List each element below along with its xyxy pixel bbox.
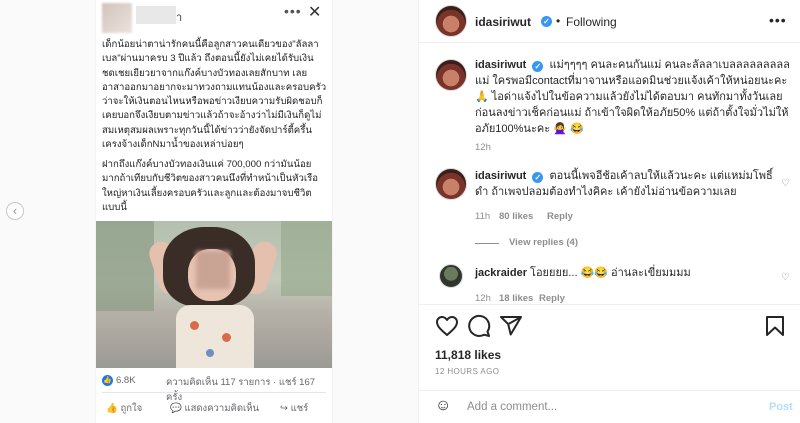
like-reaction-icon: 👍 [102,375,113,386]
screenshot-divider [102,392,326,393]
comment-time[interactable]: 12h [475,142,491,153]
add-comment-bar: ☺ Post [419,390,800,423]
view-replies-button[interactable]: View replies (4) [509,237,578,248]
screenshot-stats: 👍 6.8K ความคิดเห็น 117 รายการ · แชร์ 167… [96,372,332,403]
post-time[interactable]: 12 HOURS AGO [435,367,499,376]
comment-username[interactable]: idasiriwut [475,59,526,71]
dress-print [206,349,214,357]
blurred-name [136,6,176,24]
header-separator: • [556,14,561,28]
post-actions [419,304,800,344]
post-button[interactable]: Post [769,401,793,413]
header-username[interactable]: idasiriwut [475,15,531,29]
comment-likes[interactable]: 18 likes [499,293,533,304]
verified-icon: ✓ [532,172,544,183]
previous-arrow-icon[interactable]: ‹ [6,202,24,220]
dress-print [190,321,199,330]
screenshot-header: า ••• ✕ [96,0,332,33]
facebook-post-screenshot: า ••• ✕ เด็กน้อยน่าตาน่ารักคนนี้คือลูกสา… [96,0,332,423]
comment-time[interactable]: 12h [475,293,491,304]
photo-tree [96,221,154,311]
screenshot-close-icon: ✕ [308,4,322,21]
face-blur [196,251,230,289]
avatar[interactable] [435,59,467,91]
screenshot-more-icon: ••• [284,3,302,19]
post-panel: idasiriwut ✓ • Following ••• idasiriwut … [418,0,800,423]
comment-username[interactable]: jackraider [475,267,527,279]
comment-body: โอยยยย... 😂😂 อ่านละเขี่ยมมมม [530,267,691,279]
comment-like-icon[interactable]: ♡ [781,178,790,189]
post-header: idasiriwut ✓ • Following ••• [419,0,800,43]
dress-print [222,333,231,342]
comment-like-icon[interactable]: ♡ [781,272,790,283]
screenshot-like: 👍 ถูกใจ [106,403,143,414]
comment-icon[interactable] [467,314,491,338]
screenshot-name-suffix: า [176,12,183,24]
comment-time[interactable]: 11h [475,211,490,222]
screenshot-comment-label: แสดงความคิดเห็น [184,403,260,414]
comment-likes[interactable]: 80 likes [499,211,533,222]
comments-list[interactable]: idasiriwut ✓ แม่ๆๆๆๆ คนละคนกันแม่ คนละลั… [419,44,800,304]
screenshot-like-label: ถูกใจ [120,403,143,414]
comment-text: idasiriwut ✓ แม่ๆๆๆๆ คนละคนกันแม่ คนละลั… [475,57,790,137]
screenshot-comment: 💬 แสดงความคิดเห็น [170,403,260,414]
screenshot-paragraph-1: เด็กน้อยน่าตาน่ารักคนนี้คือลูกสาวคนเดียว… [102,39,327,151]
avatar[interactable] [439,264,463,288]
likes-count[interactable]: 11,818 likes [435,348,501,362]
more-icon[interactable]: ••• [769,12,787,28]
reply-button[interactable]: Reply [547,211,573,222]
screenshot-paragraph-2: ฝากถึงแก๊งค์บางบัวทองเงินแค่ 700,000 กว่… [102,159,319,213]
bookmark-icon[interactable] [763,314,787,338]
following-button[interactable]: Following [566,15,617,29]
reaction-count: 6.8K [116,375,136,386]
photo-tree [281,221,332,296]
verified-icon: ✓ [541,16,552,27]
verified-icon: ✓ [532,61,544,72]
reply-button[interactable]: Reply [539,293,565,304]
heart-icon[interactable] [435,314,459,338]
share-icon[interactable] [499,314,523,338]
view-replies-line [475,243,499,244]
screenshot-actions: 👍 ถูกใจ 💬 แสดงความคิดเห็น ↪ แชร์ [96,398,332,418]
post-media: ‹ า ••• ✕ เด็กน้อยน่าตาน่ารักคนนี้คือลูก… [0,0,418,423]
screenshot-share: ↪ แชร์ [280,403,309,414]
comment-username[interactable]: idasiriwut [475,170,526,182]
screenshot-share-label: แชร์ [290,403,309,414]
avatar[interactable] [435,5,467,37]
child-photo [96,221,332,368]
blurred-avatar [102,3,132,33]
comment-input[interactable] [467,397,717,417]
photo-dress [176,305,254,368]
comment-text: jackraider โอยยยย... 😂😂 อ่านละเขี่ยมมมม [475,265,790,281]
emoji-icon[interactable]: ☺ [435,397,451,415]
avatar[interactable] [435,168,467,200]
comment-text: idasiriwut ✓ ตอนนี้เพจอีช้อเค้าลบให้แล้ว… [475,168,775,200]
